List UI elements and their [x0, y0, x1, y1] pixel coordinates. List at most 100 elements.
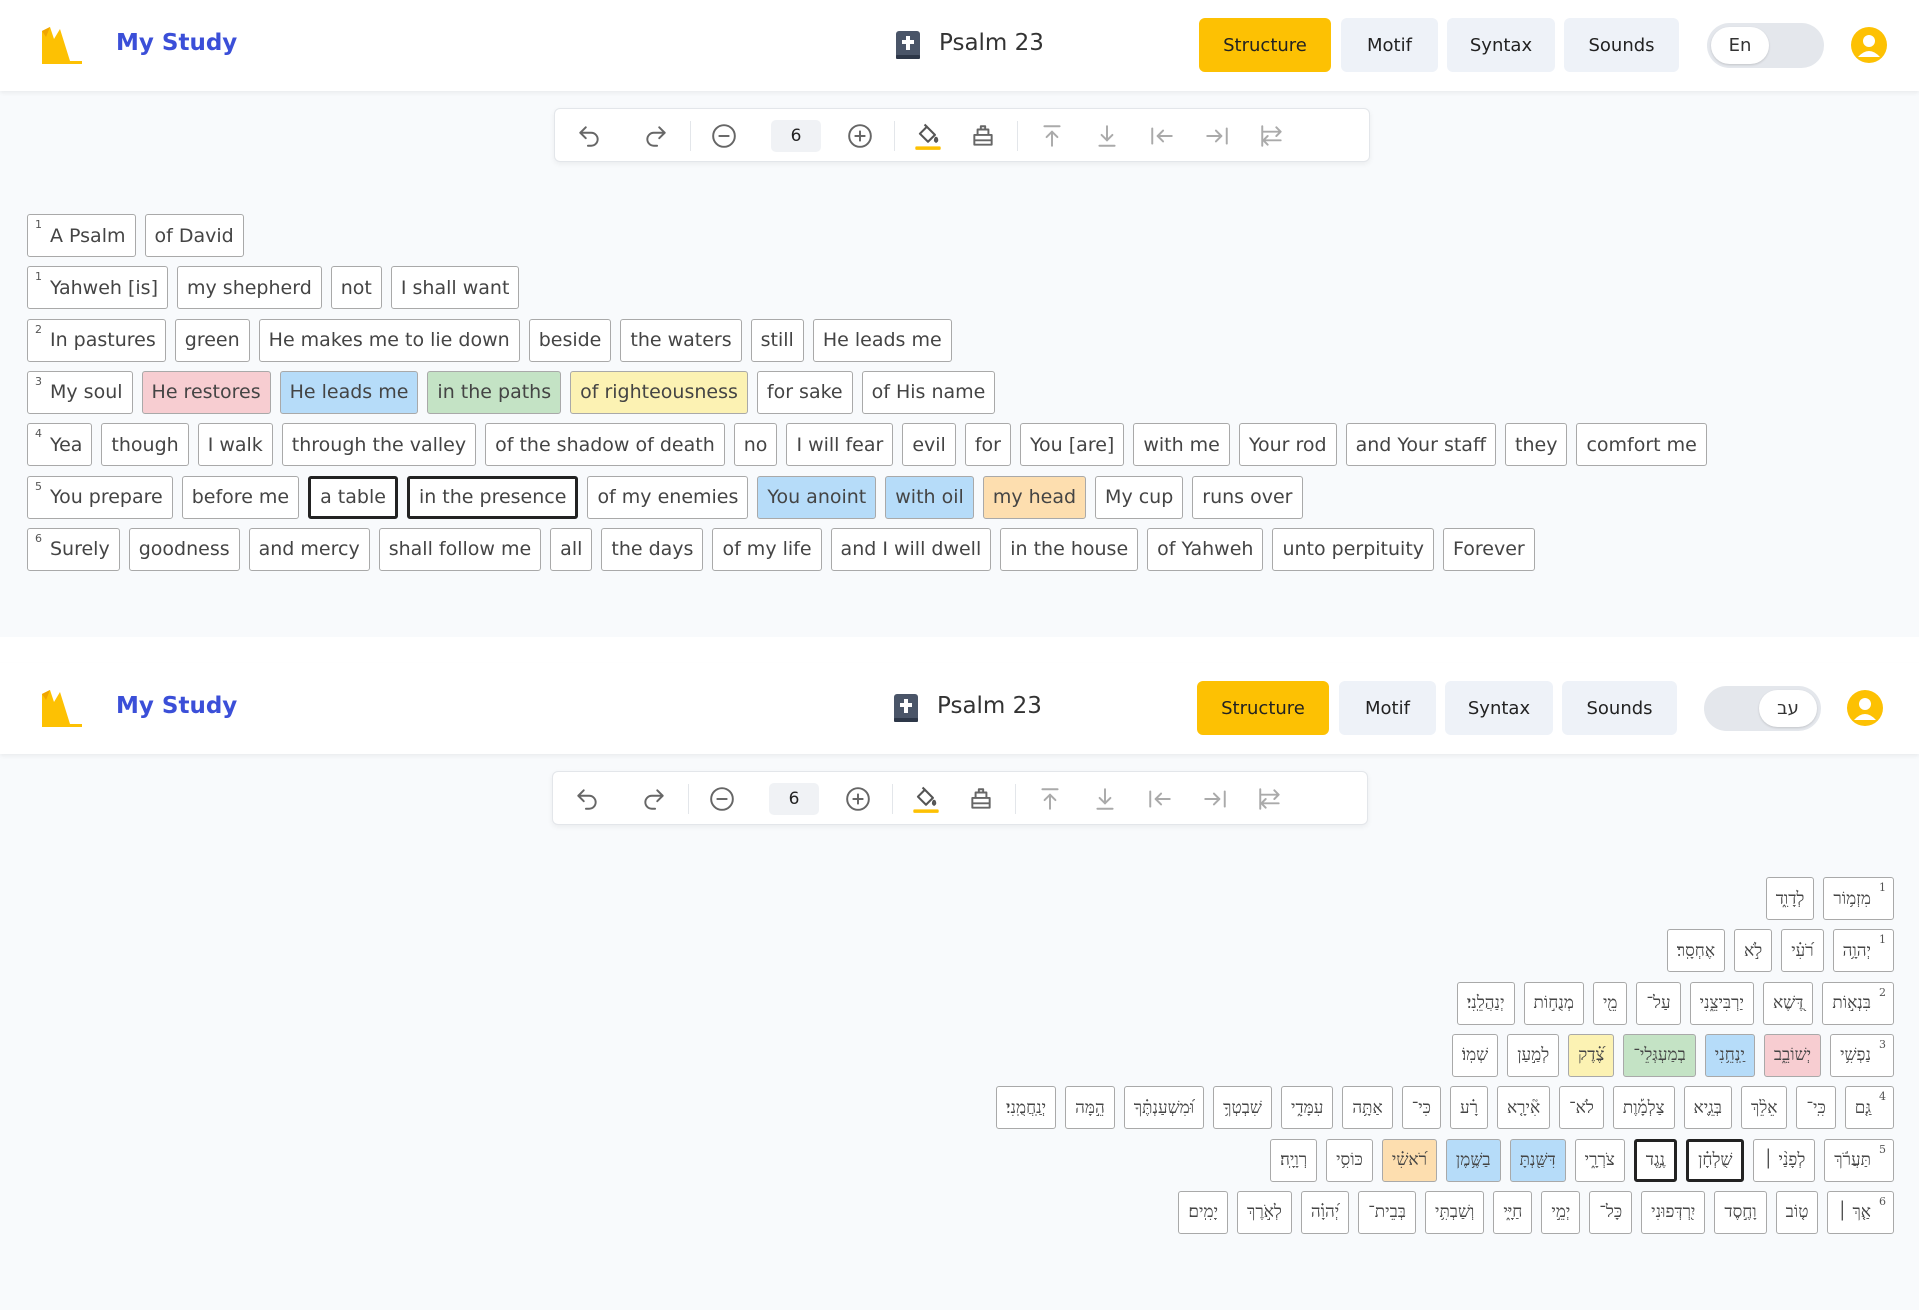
phrase-chunk[interactable]: כִּֽי־	[1796, 1086, 1836, 1130]
mode-syntax-button[interactable]: Syntax	[1445, 681, 1553, 735]
phrase-chunk[interactable]: יְ֝הוָ֗ה	[1300, 1190, 1350, 1234]
phrase-chunk[interactable]: He makes me to lie down	[258, 318, 520, 362]
language-toggle[interactable]: עב	[1704, 686, 1821, 731]
phrase-chunk[interactable]: with oil	[885, 475, 974, 519]
user-avatar-icon[interactable]	[1851, 27, 1887, 63]
eraser-icon[interactable]	[966, 784, 996, 814]
phrase-chunk[interactable]: עִמָּדִ֑י	[1280, 1086, 1334, 1130]
phrase-chunk[interactable]: רְוָיָֽה׃	[1270, 1138, 1318, 1182]
phrase-chunk[interactable]: בְּבֵית־	[1358, 1190, 1416, 1234]
paint-bucket-icon[interactable]	[913, 121, 943, 151]
phrase-chunk[interactable]: רָ֗ע	[1449, 1086, 1488, 1130]
phrase-chunk[interactable]: אֵלֵ֨ךְ	[1740, 1086, 1788, 1130]
swap-icon[interactable]	[1257, 121, 1287, 151]
phrase-chunk[interactable]: יַֽנְחֵ֥נִי	[1704, 1033, 1755, 1077]
mode-motif-button[interactable]: Motif	[1339, 681, 1436, 735]
phrase-chunk[interactable]: they	[1505, 423, 1568, 467]
move-down-icon[interactable]	[1090, 784, 1120, 814]
zoom-out-icon[interactable]	[709, 121, 739, 151]
phrase-chunk[interactable]: 4 Yea	[27, 423, 93, 467]
move-to-top-icon[interactable]	[1035, 784, 1065, 814]
phrase-chunk[interactable]: יִ֭רְדְּפוּנִי	[1641, 1190, 1706, 1234]
mode-structure-button[interactable]: Structure	[1197, 681, 1329, 735]
phrase-chunk[interactable]: דֶּ֭שֶׁא	[1762, 981, 1814, 1025]
redo-icon[interactable]	[641, 121, 671, 151]
phrase-chunk[interactable]: יַרְבִּיצֵ֑נִי	[1689, 981, 1754, 1025]
phrase-chunk[interactable]: מֵ֖י	[1592, 981, 1628, 1025]
phrase-chunk[interactable]: יְנַֽחֲמֻֽנִי׃	[996, 1086, 1057, 1130]
phrase-chunk[interactable]: בְּגֵ֪יא	[1683, 1086, 1732, 1130]
phrase-chunk[interactable]: still	[750, 318, 804, 362]
phrase-chunk[interactable]: יְנַהֲלֵֽנִי׃	[1456, 981, 1515, 1025]
phrase-chunk[interactable]: 6 Surely	[27, 527, 120, 571]
mode-syntax-button[interactable]: Syntax	[1447, 18, 1555, 72]
phrase-chunk[interactable]: through the valley	[281, 423, 477, 467]
phrase-chunk[interactable]: יְמֵ֣י	[1541, 1190, 1581, 1234]
phrase-chunk[interactable]: my head	[982, 475, 1087, 519]
phrase-chunk[interactable]: My cup	[1095, 475, 1184, 519]
phrase-chunk[interactable]: יָמִֽים׃	[1178, 1190, 1229, 1234]
phrase-chunk[interactable]: my shepherd	[177, 266, 322, 310]
phrase-chunk[interactable]: of the shadow of death	[485, 423, 725, 467]
move-right-icon[interactable]	[1200, 784, 1230, 814]
phrase-chunk[interactable]: You anoint	[757, 475, 877, 519]
move-down-icon[interactable]	[1092, 121, 1122, 151]
passage-title[interactable]: Psalm 23	[937, 693, 1042, 719]
phrase-chunk[interactable]: Your rod	[1238, 423, 1337, 467]
zoom-out-icon[interactable]	[707, 784, 737, 814]
phrase-chunk[interactable]: צַלְמָ֡וֶת	[1612, 1086, 1675, 1130]
phrase-chunk[interactable]: and I will dwell	[830, 527, 992, 571]
phrase-chunk[interactable]: and Your staff	[1345, 423, 1497, 467]
phrase-chunk[interactable]: לְאֹ֣רֶךְ	[1237, 1190, 1292, 1234]
phrase-chunk[interactable]: רֹ֝אשִׁ֗י	[1381, 1138, 1437, 1182]
phrase-chunk[interactable]: I shall want	[390, 266, 520, 310]
phrase-chunk[interactable]: שִׁבְטְךָ֥	[1213, 1086, 1272, 1130]
phrase-chunk[interactable]: אֶחְסָֽר׃	[1666, 929, 1726, 973]
mode-motif-button[interactable]: Motif	[1341, 18, 1438, 72]
phrase-chunk[interactable]: יְשׁוֹבֵ֑ב	[1763, 1033, 1822, 1077]
phrase-chunk[interactable]: no	[733, 423, 778, 467]
phrase-chunk[interactable]: in the house	[1000, 527, 1139, 571]
phrase-chunk[interactable]: all	[550, 527, 593, 571]
phrase-chunk[interactable]: אִ֘ירָ֤א	[1496, 1086, 1551, 1130]
phrase-chunk[interactable]: with me	[1133, 423, 1230, 467]
phrase-chunk[interactable]: not	[330, 266, 382, 310]
phrase-chunk[interactable]: בַשֶּׁ֥מֶן	[1445, 1138, 1501, 1182]
phrase-chunk[interactable]: of David	[144, 214, 244, 257]
undo-icon[interactable]	[574, 121, 604, 151]
move-to-top-icon[interactable]	[1037, 121, 1067, 151]
phrase-chunk[interactable]: עַל־	[1636, 981, 1681, 1025]
phrase-chunk[interactable]: evil	[902, 423, 956, 467]
phrase-chunk[interactable]: for sake	[756, 370, 853, 414]
phrase-chunk[interactable]: He leads me	[279, 370, 419, 414]
phrase-chunk[interactable]: צֹרְרָ֑י	[1574, 1138, 1625, 1182]
move-right-icon[interactable]	[1202, 121, 1232, 151]
phrase-chunk[interactable]: and mercy	[248, 527, 370, 571]
phrase-chunk[interactable]: shall follow me	[378, 527, 542, 571]
phrase-chunk[interactable]: 3 My soul	[27, 370, 133, 414]
phrase-chunk[interactable]: 2 In pastures	[27, 318, 166, 362]
phrase-chunk[interactable]: He leads me	[812, 318, 952, 362]
phrase-chunk[interactable]: כָּל־	[1589, 1190, 1633, 1234]
phrase-chunk[interactable]: I walk	[197, 423, 273, 467]
app-title[interactable]: My Study	[116, 30, 237, 56]
phrase-chunk[interactable]: כִּי־	[1401, 1086, 1441, 1130]
phrase-chunk[interactable]: the days	[601, 527, 704, 571]
move-left-icon[interactable]	[1147, 121, 1177, 151]
redo-icon[interactable]	[639, 784, 669, 814]
phrase-chunk[interactable]: He restores	[141, 370, 271, 414]
user-avatar-icon[interactable]	[1847, 690, 1883, 726]
phrase-chunk[interactable]: of righteousness	[570, 370, 748, 414]
phrase-chunk[interactable]: לֹא־	[1559, 1086, 1604, 1130]
phrase-chunk[interactable]: of Yahweh	[1147, 527, 1264, 571]
mode-sounds-button[interactable]: Sounds	[1562, 681, 1677, 735]
phrase-chunk[interactable]: נֶ֥גֶד	[1633, 1138, 1678, 1182]
phrase-chunk[interactable]: for	[964, 423, 1011, 467]
paint-bucket-icon[interactable]	[911, 784, 941, 814]
phrase-chunk[interactable]: לְמַ֣עַן	[1507, 1033, 1560, 1077]
phrase-chunk[interactable]: comfort me	[1576, 423, 1707, 467]
zoom-in-icon[interactable]	[843, 784, 873, 814]
phrase-chunk[interactable]: a table	[308, 475, 398, 519]
phrase-chunk[interactable]: וּ֝מִשְׁעַנְתֶּ֗ךָ	[1123, 1086, 1205, 1130]
phrase-chunk[interactable]: בְמַעְגְּלֵי־	[1623, 1033, 1696, 1077]
